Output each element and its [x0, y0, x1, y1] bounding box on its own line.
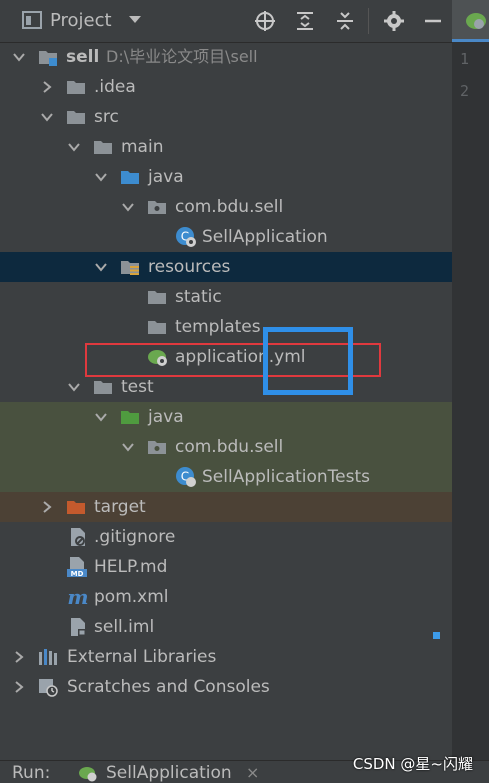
target-icon[interactable]	[254, 10, 276, 32]
tree-node-label: .idea	[94, 77, 136, 97]
tree-node-label: static	[175, 287, 222, 307]
tree-node-help-md[interactable]: MD HELP.md	[0, 552, 452, 582]
line-number: 1	[460, 50, 470, 68]
project-view-title[interactable]: Project	[50, 10, 112, 31]
tree-node-label: templates	[175, 317, 261, 337]
folder-icon	[94, 381, 112, 394]
tree-node-sell[interactable]: sell D:\毕业论文项目\sell	[0, 42, 452, 72]
line-number: 2	[460, 82, 470, 100]
test-folder-icon	[121, 411, 139, 424]
project-path: D:\毕业论文项目\sell	[106, 47, 258, 66]
tree-node-main[interactable]: main	[0, 132, 452, 162]
tree-node-sellapplicationtests[interactable]: C SellApplicationTests	[0, 462, 452, 492]
chevron-down-icon[interactable]	[94, 170, 108, 184]
ignore-file-icon	[71, 528, 85, 546]
chevron-down-icon[interactable]	[121, 440, 135, 454]
tree-node-label: SellApplication	[202, 227, 328, 247]
package-icon	[148, 201, 166, 214]
editor-area	[452, 0, 489, 760]
maven-icon: m	[67, 587, 88, 607]
tree-node-sell-iml[interactable]: sell.iml	[0, 612, 452, 642]
svg-text:m: m	[67, 587, 88, 607]
tree-node-label: Scratches and Consoles	[67, 677, 270, 697]
folder-icon	[148, 291, 166, 304]
chevron-down-icon[interactable]	[67, 380, 81, 394]
source-folder-icon	[121, 171, 139, 184]
close-icon[interactable]: ×	[246, 763, 259, 782]
tree-node-label: resources	[148, 257, 231, 277]
tree-node-idea[interactable]: .idea	[0, 72, 452, 102]
collapse-all-icon[interactable]	[334, 10, 356, 32]
tree-node-label: src	[94, 107, 119, 127]
chevron-down-icon[interactable]	[12, 50, 26, 64]
tree-node-label: target	[94, 497, 146, 517]
chevron-down-icon[interactable]	[67, 140, 81, 154]
markdown-file-icon: MD	[67, 557, 87, 578]
excluded-folder-icon	[67, 501, 85, 514]
chevron-down-icon[interactable]	[94, 260, 108, 274]
tree-node-test-package[interactable]: com.bdu.sell	[0, 432, 452, 462]
tree-node-label: sell.iml	[94, 617, 155, 637]
tree-node-sellapplication[interactable]: C SellApplication	[0, 222, 452, 252]
class-icon: C	[176, 467, 196, 487]
tree-node-label: pom.xml	[94, 587, 169, 607]
project-tool-window-header: Project	[0, 0, 452, 43]
tree-node-label: External Libraries	[67, 647, 217, 667]
folder-icon	[94, 141, 112, 154]
folder-icon	[67, 111, 85, 124]
tree-node-src[interactable]: src	[0, 102, 452, 132]
scratches-icon	[39, 679, 58, 697]
chevron-down-icon[interactable]	[40, 110, 54, 124]
tree-node-external-libraries[interactable]: External Libraries	[0, 642, 452, 672]
chevron-down-icon[interactable]	[121, 200, 135, 214]
gear-icon[interactable]	[383, 10, 405, 32]
tree-node-test-java[interactable]: java	[0, 402, 452, 432]
tree-node-label: com.bdu.sell	[175, 197, 284, 217]
tree-node-label: sell	[66, 47, 100, 67]
chevron-right-icon[interactable]	[40, 500, 54, 514]
spring-boot-class-icon: C	[176, 227, 196, 247]
spring-run-config-icon	[79, 767, 97, 782]
libraries-icon	[39, 649, 57, 665]
run-config-tab[interactable]: SellApplication	[106, 763, 232, 783]
toolbar-separator	[368, 8, 369, 34]
chevron-right-icon[interactable]	[40, 80, 54, 94]
tree-node-label: com.bdu.sell	[175, 437, 284, 457]
chevron-down-icon[interactable]	[128, 14, 142, 26]
spring-leaf-icon	[466, 13, 486, 29]
tree-node-resources[interactable]: resources	[0, 252, 452, 282]
chevron-right-icon[interactable]	[12, 650, 26, 664]
chevron-down-icon[interactable]	[94, 410, 108, 424]
svg-text:MD: MD	[71, 570, 84, 578]
package-icon	[148, 441, 166, 454]
folder-icon	[67, 81, 85, 94]
tree-node-label: java	[148, 167, 184, 187]
tree-node-label: java	[148, 407, 184, 427]
chevron-right-icon[interactable]	[12, 680, 26, 694]
tree-node-label: main	[121, 137, 164, 157]
scroll-marker	[433, 632, 440, 639]
tree-node-static[interactable]: static	[0, 282, 452, 312]
tree-node-target[interactable]: target	[0, 492, 452, 522]
editor-tab[interactable]	[452, 0, 489, 42]
tree-node-scratches[interactable]: Scratches and Consoles	[0, 672, 452, 702]
tree-node-gitignore[interactable]: .gitignore	[0, 522, 452, 552]
tree-node-label: HELP.md	[94, 557, 168, 577]
expand-all-icon[interactable]	[294, 10, 316, 32]
module-folder-icon	[39, 51, 57, 66]
tree-node-main-package[interactable]: com.bdu.sell	[0, 192, 452, 222]
watermark: CSDN @星~闪耀	[352, 755, 473, 773]
tree-node-label: .gitignore	[94, 527, 176, 547]
highlight-box-blue	[263, 327, 353, 395]
resources-folder-icon	[121, 261, 139, 275]
tree-node-main-java[interactable]: java	[0, 162, 452, 192]
module-file-icon	[71, 618, 86, 636]
tree-node-templates[interactable]: templates	[0, 312, 452, 342]
run-label: Run:	[12, 763, 51, 783]
minimize-icon[interactable]	[422, 10, 444, 32]
project-icon	[22, 11, 42, 29]
tree-node-pom-xml[interactable]: m pom.xml	[0, 582, 452, 612]
folder-icon	[148, 321, 166, 334]
tree-node-label: SellApplicationTests	[202, 467, 371, 487]
